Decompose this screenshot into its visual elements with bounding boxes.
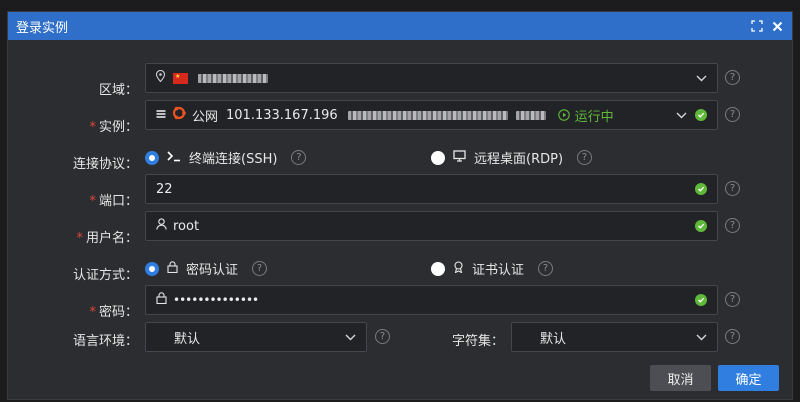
username-input[interactable]: root [145, 211, 718, 241]
terminal-icon [167, 150, 181, 166]
lock-icon [156, 292, 167, 308]
radio-selected[interactable] [145, 261, 159, 276]
language-label: 语言环境： [72, 334, 138, 349]
region-label: 区域： [98, 83, 138, 98]
help-icon[interactable]: ? [725, 107, 740, 122]
auth-option-certificate[interactable]: 证书认证 ? [431, 259, 554, 278]
user-icon [156, 218, 167, 234]
language-select[interactable]: 默认 [145, 322, 367, 352]
help-icon[interactable]: ? [725, 292, 740, 307]
protocol-option-rdp[interactable]: 远程桌面(RDP) ? [431, 148, 593, 167]
fullscreen-icon[interactable] [750, 19, 764, 33]
protocol-option-ssh[interactable]: 终端连接(SSH) ? [145, 148, 307, 167]
valid-check-icon [695, 109, 707, 121]
region-value-redacted [198, 73, 268, 83]
chevron-down-icon [344, 331, 356, 343]
help-icon[interactable]: ? [725, 329, 740, 344]
language-value: 默认 [174, 331, 201, 347]
china-flag-icon: ★ [173, 72, 188, 84]
instance-network: 公网 [192, 109, 219, 125]
port-label: * 端口： [89, 194, 138, 209]
auth-certificate-label: 证书认证 [472, 263, 525, 278]
radio-selected[interactable] [145, 150, 159, 165]
instance-name-redacted [347, 110, 508, 120]
charset-select[interactable]: 默认 [511, 322, 718, 352]
radio-unselected[interactable] [431, 261, 445, 276]
instance-select[interactable]: 公网 101.133.167.196 运行中 [145, 100, 718, 130]
region-select[interactable]: ★ [145, 63, 718, 93]
auth-label: 认证方式： [72, 268, 138, 283]
password-label: * 密码： [89, 305, 138, 320]
location-pin-icon [155, 69, 166, 86]
lock-icon [167, 260, 178, 277]
password-value: •••••••••••••• [173, 293, 259, 307]
server-icon [156, 108, 166, 123]
chevron-down-icon [695, 331, 707, 343]
instance-label: * 实例： [89, 120, 138, 135]
instance-status: 运行中 [557, 106, 614, 125]
charset-label: 字符集： [451, 334, 504, 349]
login-instance-dialog: 登录实例 区域： ★ ? * 实例： 公网 101.133.167.196 运行… [7, 11, 793, 400]
radio-unselected[interactable] [431, 150, 445, 165]
valid-check-icon [695, 220, 707, 232]
ubuntu-icon [172, 106, 186, 124]
certificate-icon [453, 260, 464, 277]
instance-ip: 101.133.167.196 [226, 107, 338, 123]
auth-option-password[interactable]: 密码认证 ? [145, 259, 268, 278]
instance-id-redacted [515, 110, 546, 120]
chevron-down-icon [695, 72, 707, 84]
port-input[interactable]: 22 [145, 174, 718, 204]
monitor-icon [453, 149, 466, 166]
help-icon[interactable]: ? [291, 150, 307, 165]
auth-password-label: 密码认证 [186, 263, 239, 278]
help-icon[interactable]: ? [725, 218, 740, 233]
charset-value: 默认 [540, 331, 567, 347]
password-input[interactable]: •••••••••••••• [145, 285, 718, 315]
close-icon[interactable] [770, 19, 784, 33]
dialog-titlebar: 登录实例 [8, 12, 792, 40]
dialog-title: 登录实例 [16, 20, 69, 36]
chevron-down-icon [675, 109, 687, 121]
help-icon[interactable]: ? [538, 261, 554, 276]
help-icon[interactable]: ? [252, 261, 268, 276]
valid-check-icon [695, 183, 707, 195]
valid-check-icon [695, 294, 707, 306]
protocol-ssh-label: 终端连接(SSH) [189, 152, 278, 167]
port-value: 22 [156, 181, 173, 197]
help-icon[interactable]: ? [725, 70, 740, 85]
help-icon[interactable]: ? [725, 181, 740, 196]
username-label: * 用户名： [76, 231, 138, 246]
username-value: root [173, 218, 200, 234]
cancel-button[interactable]: 取消 [650, 365, 711, 391]
confirm-button[interactable]: 确定 [718, 365, 779, 391]
help-icon[interactable]: ? [577, 150, 593, 165]
protocol-rdp-label: 远程桌面(RDP) [474, 152, 564, 167]
protocol-label: 连接协议： [72, 157, 138, 172]
play-circle-icon [557, 109, 570, 121]
